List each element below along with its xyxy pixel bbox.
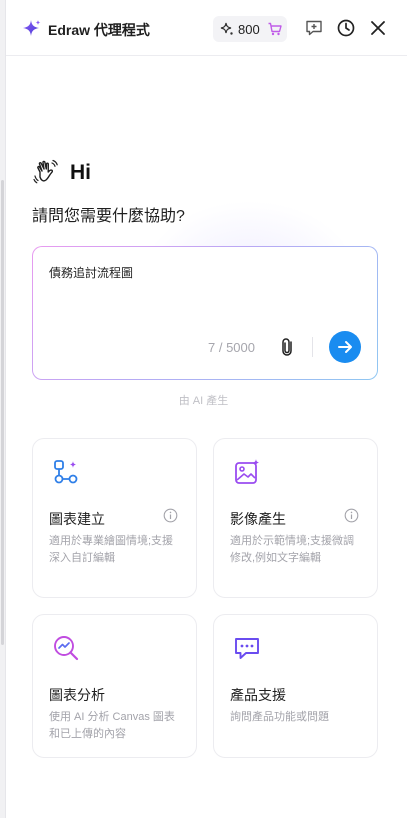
sparkle-logo-icon xyxy=(23,20,41,36)
credits-count: 800 xyxy=(238,22,260,37)
header: Edraw 代理程式 800 xyxy=(6,0,407,56)
new-chat-button[interactable] xyxy=(302,16,326,40)
greeting-title: Hi xyxy=(70,161,91,184)
chat-add-icon xyxy=(306,20,322,36)
card-title: 影像產生 xyxy=(230,511,286,527)
card-diagram-creation[interactable]: 圖表建立 適用於專業繪圖情境;支援深入自訂編輯 xyxy=(32,438,197,598)
flowchart-icon xyxy=(54,460,78,484)
composer-divider xyxy=(312,337,313,357)
character-counter: 7 / 5000 xyxy=(208,340,255,355)
app-title: Edraw 代理程式 xyxy=(48,22,150,38)
scrollbar-thumb[interactable] xyxy=(1,180,4,645)
attach-file-icon[interactable] xyxy=(277,336,299,358)
card-title: 圖表建立 xyxy=(49,511,105,527)
image-sparkle-icon xyxy=(235,459,259,484)
info-icon[interactable] xyxy=(163,508,178,523)
close-icon xyxy=(371,21,385,35)
close-button[interactable] xyxy=(366,16,390,40)
prompt-input[interactable]: 債務追討流程圖 xyxy=(49,264,133,281)
card-description: 適用於示範情境;支援微調修改,例如文字編輯 xyxy=(230,535,355,564)
greeting-question: 請問您需要什麼協助? xyxy=(32,208,185,225)
credits-sparkle-icon xyxy=(220,22,233,35)
history-button[interactable] xyxy=(334,16,358,40)
chart-analysis-icon xyxy=(54,636,79,661)
clock-icon xyxy=(337,19,355,37)
card-description: 使用 AI 分析 Canvas 圖表和已上傳的內容 xyxy=(49,711,175,740)
send-button[interactable] xyxy=(329,331,361,363)
credits-badge[interactable]: 800 xyxy=(213,16,287,42)
card-chart-analysis[interactable]: 圖表分析 使用 AI 分析 Canvas 圖表和已上傳的內容 xyxy=(32,614,197,758)
card-description: 詢問產品功能或問題 xyxy=(230,711,329,723)
info-icon[interactable] xyxy=(344,508,359,523)
left-scrollbar[interactable] xyxy=(0,0,6,818)
chat-support-icon xyxy=(235,638,259,659)
arrow-right-icon xyxy=(338,341,352,353)
card-description: 適用於專業繪圖情境;支援深入自訂編輯 xyxy=(49,535,174,564)
card-product-support[interactable]: 產品支援 詢問產品功能或問題 xyxy=(213,614,378,758)
cart-icon[interactable] xyxy=(267,21,283,37)
card-image-generation[interactable]: 影像產生 適用於示範情境;支援微調修改,例如文字編輯 xyxy=(213,438,378,598)
prompt-composer[interactable]: 債務追討流程圖 7 / 5000 xyxy=(32,246,378,380)
card-title: 圖表分析 xyxy=(49,687,105,703)
ai-generated-note: 由 AI 產生 xyxy=(178,395,229,407)
card-title: 產品支援 xyxy=(230,687,286,703)
waving-hand-icon xyxy=(33,159,58,184)
